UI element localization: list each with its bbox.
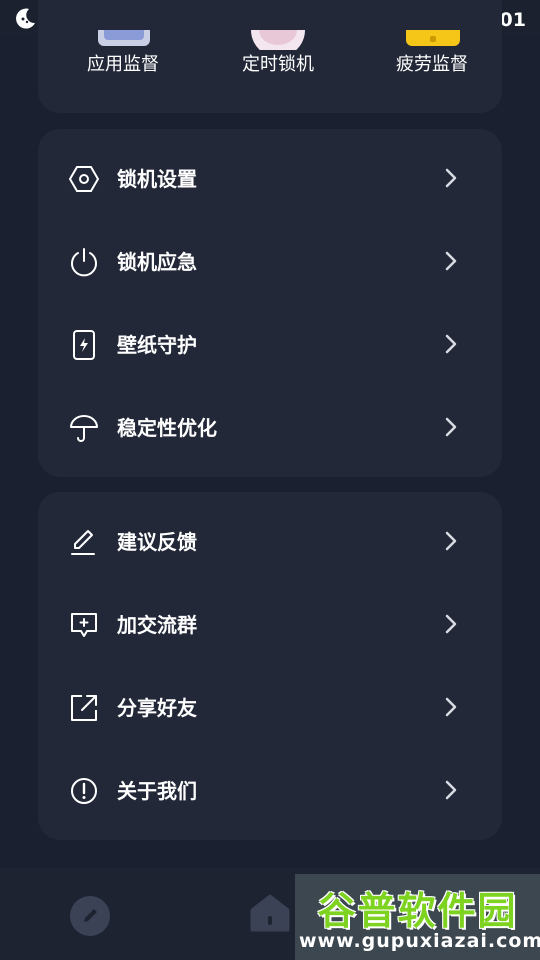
chevron-right-icon — [445, 334, 457, 354]
pen-circle-icon[interactable] — [68, 894, 112, 938]
menu-item-join-group[interactable]: 加交流群 — [38, 583, 502, 666]
umbrella-icon — [70, 415, 98, 442]
menu-item-stability-optimize[interactable]: 稳定性优化 — [38, 386, 502, 469]
app-monitor-icon — [98, 30, 150, 46]
menu-item-about-us[interactable]: 关于我们 — [38, 749, 502, 832]
quick-action-label: 定时锁机 — [242, 54, 314, 75]
menu-item-share-friends[interactable]: 分享好友 — [38, 666, 502, 749]
chevron-right-icon — [445, 614, 457, 634]
more-menu-card: 建议反馈 加交流群 分享好友 关于我们 — [38, 492, 502, 840]
menu-item-label: 建议反馈 — [117, 530, 197, 554]
menu-item-wallpaper-guard[interactable]: 壁纸守护 — [38, 303, 502, 386]
menu-item-label: 锁机应急 — [117, 250, 197, 274]
power-icon — [71, 248, 97, 277]
chevron-right-icon — [445, 697, 457, 717]
moon-icon — [14, 6, 38, 34]
chevron-right-icon — [445, 780, 457, 800]
share-icon — [71, 695, 97, 721]
watermark-title: 谷普软件园 — [317, 889, 518, 933]
menu-item-label: 壁纸守护 — [117, 333, 197, 357]
quick-actions-card: 应用监督 定时锁机 疲劳监督 — [38, 0, 502, 113]
chevron-right-icon — [445, 417, 457, 437]
hexagon-settings-icon — [69, 166, 99, 192]
watermark: 谷普软件园 www.gupuxiazai.com — [295, 874, 540, 960]
quick-action-timer-lock[interactable]: 定时锁机 — [198, 50, 358, 76]
watermark-url: www.gupuxiazai.com — [299, 930, 540, 952]
timer-lock-icon — [251, 30, 305, 50]
quick-action-app-monitor[interactable]: 应用监督 — [43, 50, 203, 76]
menu-item-lock-emergency[interactable]: 锁机应急 — [38, 220, 502, 303]
quick-action-fatigue-monitor[interactable]: 疲劳监督 — [352, 50, 512, 76]
home-icon[interactable] — [249, 892, 291, 934]
quick-action-label: 疲劳监督 — [396, 54, 468, 75]
menu-item-label: 关于我们 — [117, 779, 197, 803]
phone-bolt-icon — [73, 330, 95, 360]
quick-action-label: 应用监督 — [87, 54, 159, 75]
menu-item-label: 稳定性优化 — [117, 416, 217, 440]
menu-item-label: 分享好友 — [117, 696, 197, 720]
fatigue-monitor-icon — [406, 30, 460, 46]
menu-item-label: 加交流群 — [117, 613, 197, 637]
chevron-right-icon — [445, 531, 457, 551]
menu-item-lock-settings[interactable]: 锁机设置 — [38, 137, 502, 220]
settings-menu-card: 锁机设置 锁机应急 壁纸守护 稳定性优化 — [38, 129, 502, 477]
pen-icon — [71, 530, 95, 555]
chevron-right-icon — [445, 168, 457, 188]
chat-plus-icon — [71, 613, 97, 637]
chevron-right-icon — [445, 251, 457, 271]
menu-item-feedback[interactable]: 建议反馈 — [38, 500, 502, 583]
menu-item-label: 锁机设置 — [117, 167, 197, 191]
info-icon — [71, 778, 97, 804]
